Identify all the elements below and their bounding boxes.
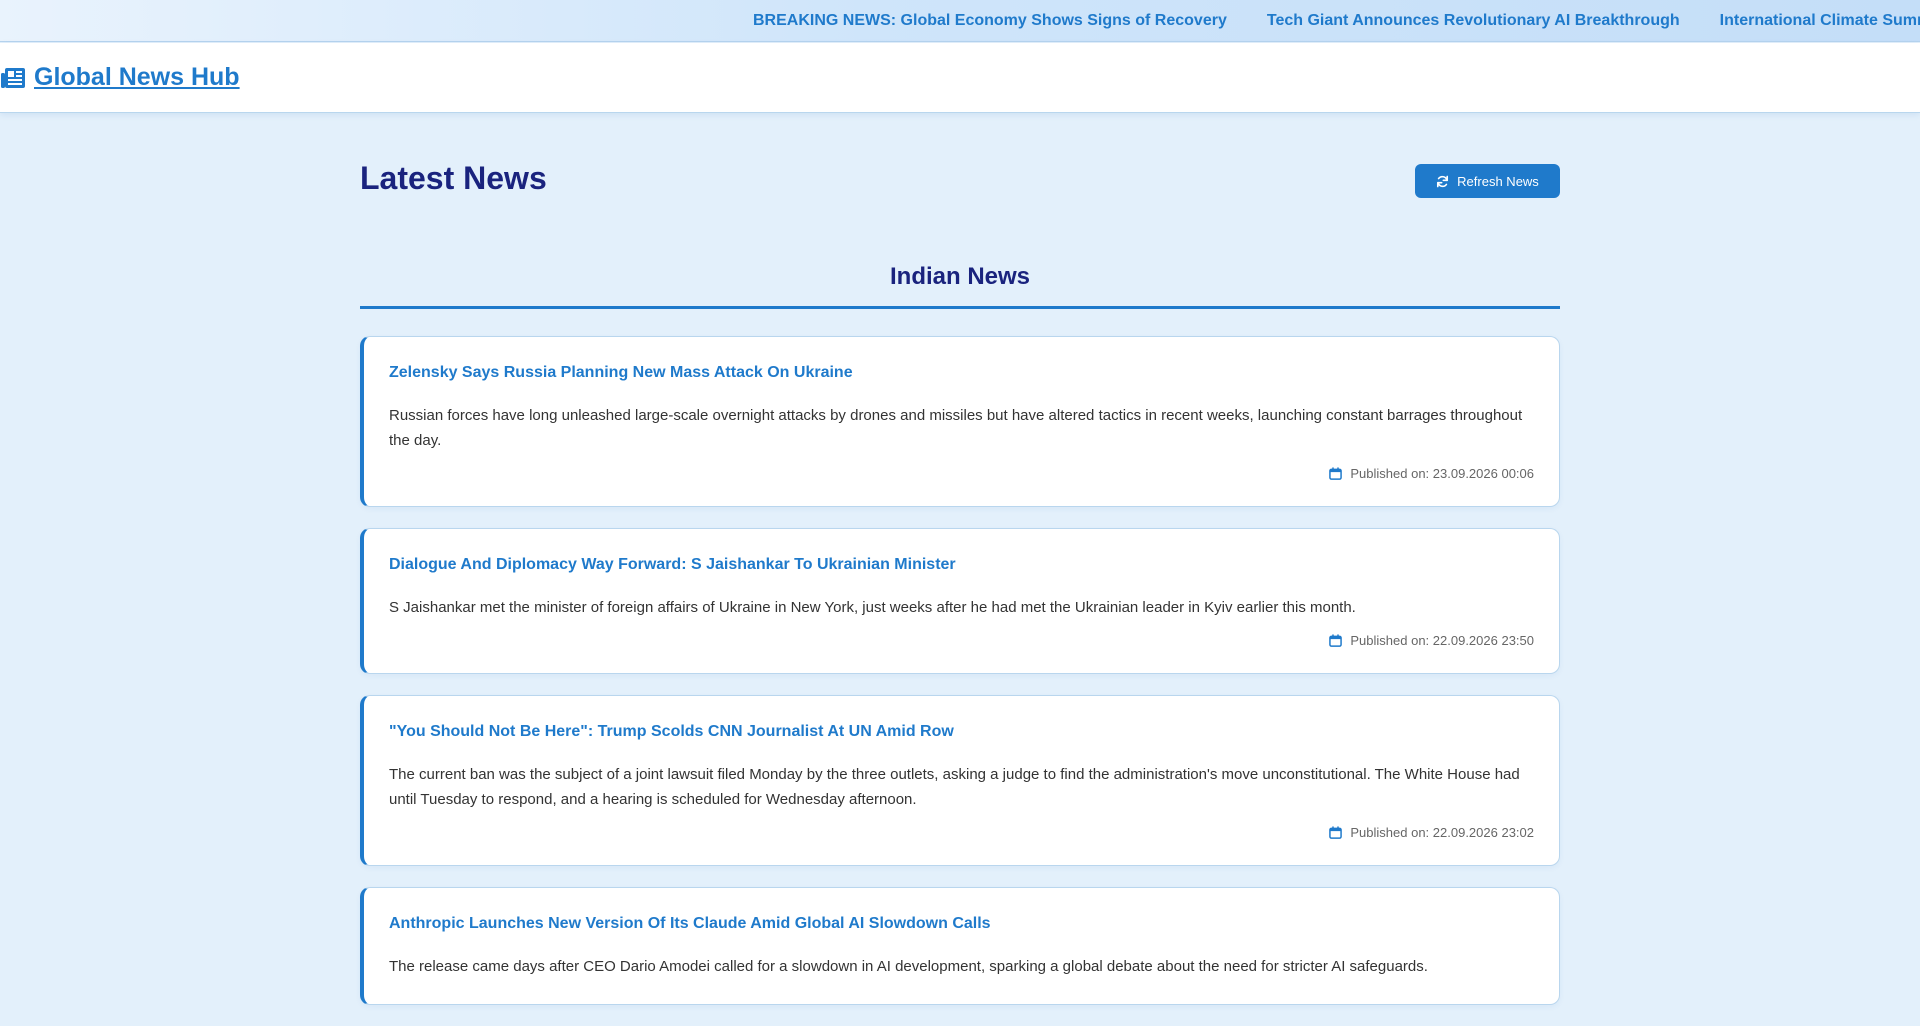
article-description: Russian forces have long unleashed large…	[389, 407, 1523, 449]
article-card[interactable]: Zelensky Says Russia Planning New Mass A…	[360, 336, 1560, 507]
sync-icon	[1437, 175, 1449, 187]
section-title: Indian News	[889, 263, 1031, 290]
article-title[interactable]: Dialogue And Diplomacy Way Forward: S Ja…	[389, 555, 1534, 575]
breaking-news-ticker: BREAKING NEWS: Global Economy Shows Sign…	[0, 0, 1920, 42]
ticker-item[interactable]: BREAKING NEWS: Global Economy Shows Sign…	[753, 0, 1227, 41]
article-card[interactable]: Dialogue And Diplomacy Way Forward: S Ja…	[360, 528, 1560, 674]
article-title[interactable]: "You Should Not Be Here": Trump Scolds C…	[389, 722, 1534, 742]
brand-title[interactable]: Global News Hub	[34, 63, 240, 92]
brand-link[interactable]: Global News Hub	[0, 63, 240, 92]
ticker-item[interactable]: International Climate Summit Reaches His…	[1720, 0, 1920, 41]
calendar-icon	[1329, 634, 1343, 647]
ticker-item[interactable]: Tech Giant Announces Revolutionary AI Br…	[1267, 0, 1680, 41]
article-meta: Published on: 22.09.2026 23:02	[389, 825, 1534, 840]
published-date: Published on: 22.09.2026 23:02	[1350, 825, 1534, 840]
calendar-icon	[1329, 826, 1343, 839]
article-meta: Published on: 23.09.2026 00:06	[389, 466, 1534, 481]
calendar-icon	[1329, 467, 1343, 480]
published-date: Published on: 22.09.2026 23:50	[1350, 633, 1534, 648]
article-title[interactable]: Zelensky Says Russia Planning New Mass A…	[389, 363, 1534, 383]
article-meta: Published on: 22.09.2026 23:50	[389, 633, 1534, 648]
main-content: Latest News Refresh News Indian News Zel…	[360, 113, 1560, 1005]
published-date: Published on: 23.09.2026 00:06	[1350, 466, 1534, 481]
article-card[interactable]: Anthropic Launches New Version Of Its Cl…	[360, 887, 1560, 1005]
refresh-news-label: Refresh News	[1457, 173, 1539, 189]
ticker-track: BREAKING NEWS: Global Economy Shows Sign…	[753, 0, 1920, 41]
article-description: S Jaishankar met the minister of foreign…	[389, 599, 1356, 616]
newspaper-icon	[0, 66, 26, 90]
refresh-news-button[interactable]: Refresh News	[1415, 164, 1560, 198]
article-list: Zelensky Says Russia Planning New Mass A…	[360, 336, 1560, 1026]
article-card[interactable]: "You Should Not Be Here": Trump Scolds C…	[360, 695, 1560, 866]
article-description: The release came days after CEO Dario Am…	[389, 958, 1428, 975]
navbar: Global News Hub	[0, 43, 1920, 113]
section-divider	[360, 306, 1560, 309]
page-title: Latest News	[360, 160, 547, 196]
page-header: Latest News Refresh News	[360, 113, 1560, 201]
article-title[interactable]: Anthropic Launches New Version Of Its Cl…	[389, 914, 1534, 934]
article-description: The current ban was the subject of a joi…	[389, 766, 1520, 808]
